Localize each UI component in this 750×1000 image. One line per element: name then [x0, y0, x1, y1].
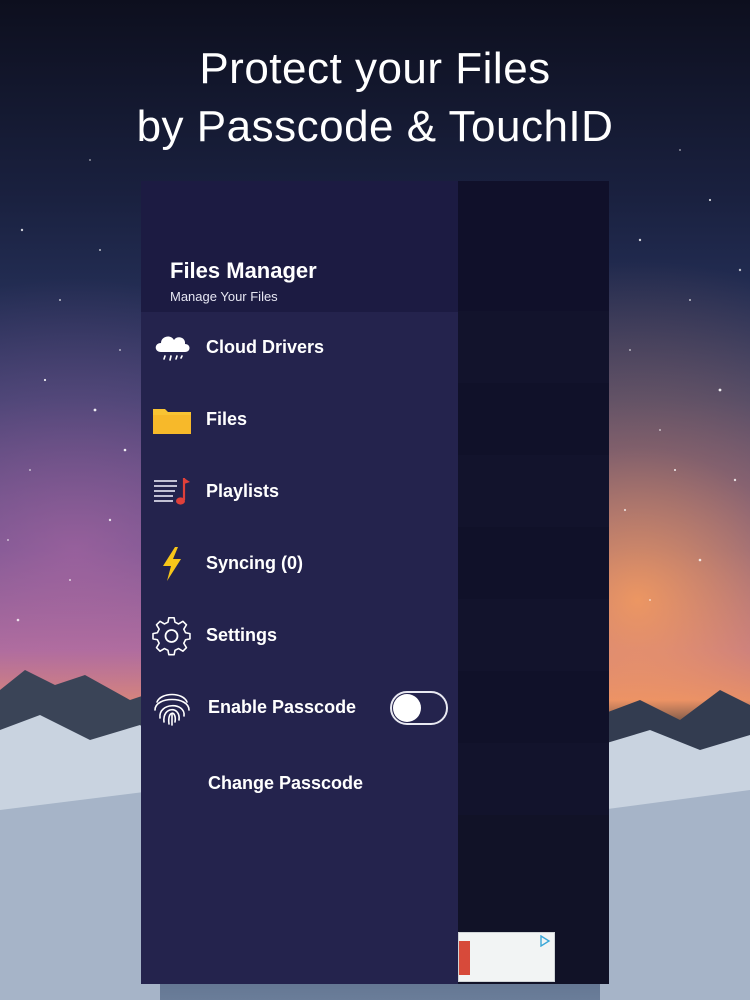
menu-item-label: Settings	[206, 625, 278, 645]
fingerprint-icon	[154, 693, 190, 726]
menu-item-settings[interactable]: Settings	[141, 606, 458, 666]
ad-image	[459, 941, 470, 975]
cloud-rain-icon	[155, 336, 190, 361]
playlist-music-icon	[154, 478, 190, 505]
adchoices-icon[interactable]	[539, 935, 551, 947]
app-subtitle: Manage Your Files	[170, 289, 278, 304]
menu-item-label: Change Passcode	[208, 773, 364, 793]
ad-banner[interactable]	[458, 932, 555, 982]
headline-line-1: Protect your Files	[199, 44, 551, 93]
menu-item-cloud-drivers[interactable]: Cloud Drivers	[141, 318, 458, 378]
app-title: Files Manager	[170, 258, 317, 283]
lightning-icon	[163, 547, 181, 581]
headline: Protect your Files by Passcode & TouchID	[0, 40, 750, 156]
menu-item-playlists[interactable]: Playlists	[141, 462, 458, 522]
dimmed-content-overlay[interactable]	[458, 181, 609, 984]
passcode-toggle[interactable]	[390, 691, 448, 725]
menu-item-label: Enable Passcode	[208, 697, 357, 717]
side-drawer: Files Manager Manage Your Files Cloud Dr…	[141, 181, 458, 984]
app-screen: Files Manager Manage Your Files Cloud Dr…	[141, 181, 609, 984]
menu-item-label: Cloud Drivers	[206, 337, 325, 357]
drawer-header: Files Manager Manage Your Files	[141, 181, 458, 312]
menu-item-files[interactable]: Files	[141, 390, 458, 450]
menu-item-label: Playlists	[206, 481, 280, 501]
gear-icon	[152, 616, 191, 656]
menu-item-change-passcode[interactable]: Change Passcode	[141, 754, 458, 814]
folder-icon	[153, 409, 191, 434]
menu-item-label: Syncing (0)	[206, 553, 304, 573]
menu-item-syncing[interactable]: Syncing (0)	[141, 534, 458, 594]
menu-item-label: Files	[206, 409, 248, 429]
headline-line-2: by Passcode & TouchID	[136, 102, 614, 151]
toggle-knob	[393, 694, 421, 722]
